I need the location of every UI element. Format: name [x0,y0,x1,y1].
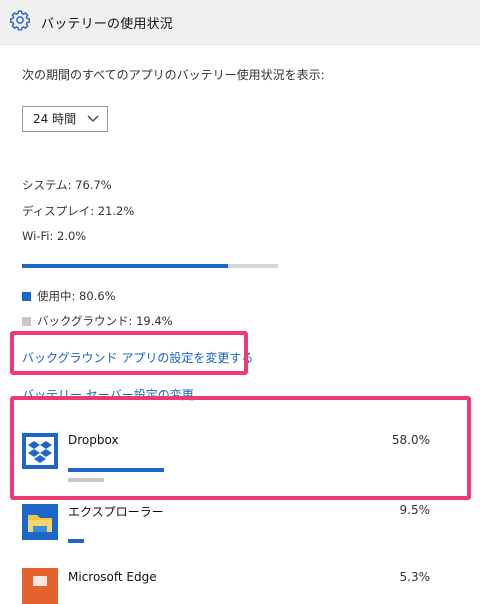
app-name: エクスプローラー [68,505,164,519]
title-bar: バッテリーの使用状況 [0,0,480,45]
overall-usage-fill [22,264,228,268]
period-description: 次の期間のすべてのアプリのバッテリー使用状況を表示: [22,68,325,82]
period-dropdown-value: 24 時間 [33,112,77,126]
overall-usage-bar [22,264,278,268]
highlight-box-app [10,396,471,500]
background-swatch [22,317,31,326]
app-percent: 9.5% [399,503,431,517]
period-dropdown[interactable]: 24 時間 [22,106,108,132]
folder-icon [22,504,58,540]
stat-system: システム: 76.7% [22,178,112,192]
legend-background-label: バックグラウンド: 19.4% [37,314,173,328]
stat-display: ディスプレイ: 21.2% [22,204,135,218]
legend-in-use: 使用中: 80.6% [22,288,116,304]
stat-wifi: Wi-Fi: 2.0% [22,229,87,243]
app-percent: 5.3% [399,570,431,584]
app-usage-bar [68,539,84,543]
gear-icon [10,10,30,31]
chevron-down-icon [87,115,99,122]
legend-background: バックグラウンド: 19.4% [22,313,173,329]
legend-in-use-label: 使用中: 80.6% [37,289,116,303]
edge-icon [22,568,58,604]
in-use-swatch [22,292,31,301]
page-title: バッテリーの使用状況 [41,17,174,32]
app-name: Microsoft Edge [68,570,157,584]
highlight-box-link [10,331,248,375]
